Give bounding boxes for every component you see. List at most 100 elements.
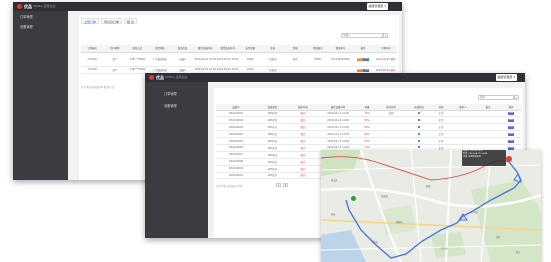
cell: C20190 — [81, 66, 104, 74]
start-marker[interactable] — [351, 196, 356, 201]
view-button[interactable]: 查看 — [507, 126, 514, 130]
sidebar-item-orders[interactable]: 订单管理 — [20, 15, 33, 20]
map-label: 蛇口 — [516, 251, 521, 254]
tab-all-orders[interactable]: 全部订单 — [81, 18, 100, 24]
view-button[interactable]: 查看 — [507, 133, 514, 137]
cell: DS2019010 — [216, 172, 256, 180]
tab-rental[interactable]: 租 赁 — [124, 18, 137, 24]
cell: 绑定 — [289, 110, 317, 118]
sidebar-item-devices[interactable]: 设备管理 — [164, 104, 177, 109]
cell: 2019-04-11 14:08 — [317, 137, 359, 145]
table-row: DS2019002 GPS定位 绑定 2019-04-11 14:08 80% 正常 查看 — [216, 116, 521, 125]
edit-button[interactable]: 编辑 — [356, 58, 363, 61]
map-info-popup: 设备号: DS2019001 时间: 2019-04-11 14:08 位置: … — [462, 150, 506, 166]
cell: 2019-04-01 10:00 — [193, 66, 217, 74]
sidebar: 订单管理 设备管理 — [13, 11, 68, 180]
top-bar: 优品 UMIKA 运营后台 超级管理员 ▾ — [13, 2, 402, 11]
search-icon: ⌕ — [515, 96, 518, 100]
table-row: DS2019005 GPS定位 绑定 2019-04-11 14:08 55% 正常 查看 — [216, 137, 521, 145]
map-label: 前海 — [331, 213, 336, 216]
online-status-cell — [407, 116, 431, 125]
cell: 2019-05-01 10:00 — [216, 66, 239, 74]
logo-text: 优品 — [156, 75, 164, 80]
delete-link[interactable]: 删除 — [391, 69, 396, 72]
online-status-cell — [407, 110, 431, 118]
cell — [451, 137, 475, 145]
view-button[interactable]: 查看 — [507, 112, 514, 116]
map-label: 白石洲 — [441, 247, 448, 250]
cell: 60% — [359, 130, 375, 139]
map-label: 华侨城 — [371, 241, 378, 244]
user-menu-button[interactable]: 超级管理员 ▾ — [495, 74, 517, 81]
online-dot-icon — [418, 132, 420, 135]
cell: 绑定 — [289, 116, 317, 125]
view-button[interactable]: 查看 — [507, 140, 514, 143]
page-1-button[interactable]: 1 — [276, 183, 281, 187]
page-2-button[interactable]: 2 — [283, 183, 288, 187]
sidebar-item-devices[interactable]: 设备管理 — [20, 25, 33, 30]
column-header: 用户昵称 — [103, 45, 127, 53]
cell: 138****0000 — [126, 52, 149, 67]
online-status-cell — [407, 137, 431, 145]
delete-link[interactable]: 删除 — [391, 58, 396, 61]
sidebar-item-orders[interactable]: 订单管理 — [164, 92, 177, 97]
cell — [375, 116, 407, 125]
table-row: DS2019001 GPS定位 绑定 2019-04-11 14:08 75% 深圳 正常 查… — [216, 110, 521, 118]
cell: 绑定 — [289, 165, 317, 173]
table-row: C20190 胡** 138****0000 广东省深圳市 设备A 2019-0… — [81, 52, 397, 67]
cell: 2019-05-01 10:00 — [216, 52, 239, 67]
column-header: 租赁结束时间 — [216, 45, 239, 53]
cell: 绑定 — [289, 137, 317, 145]
order-time: 2019-04-01 — [375, 58, 390, 61]
cell: DS2019004 — [216, 130, 256, 139]
cell — [451, 123, 475, 132]
map-label: 大学城 — [471, 211, 478, 214]
cell: C20190 — [81, 52, 104, 67]
top-bar: 优品 UMIKA 运营后台 超级管理员 ▾ — [145, 73, 525, 82]
cell — [329, 66, 352, 74]
tab-pending-orders[interactable]: 待付款订单 — [101, 18, 123, 24]
cell — [475, 123, 501, 132]
cell: 广东省深圳市 — [148, 66, 172, 74]
edit-button[interactable]: 编辑 — [356, 68, 363, 72]
cell: 绑定 — [289, 172, 317, 180]
online-dot-icon — [418, 111, 420, 114]
search-button[interactable]: ⌕ — [514, 95, 519, 100]
cell: GPS定位 — [256, 116, 289, 125]
view-button[interactable]: 查看 — [507, 119, 514, 123]
cell: 80% — [359, 116, 375, 125]
online-dot-icon — [418, 125, 420, 128]
cell: 绑定 — [289, 158, 317, 166]
action-cell: 编辑 发货 — [351, 66, 375, 74]
action-cell: 查看 — [501, 123, 521, 132]
cell: 2019-04-11 14:08 — [317, 130, 359, 139]
search-button[interactable]: ⌕ — [383, 33, 388, 38]
tracking-map[interactable]: 南山区 科技园 西丽 大学城 桃源村 龙井 白石洲 华侨城 前海 蛇口 — [321, 150, 541, 262]
cell: 2019-04-11 14:08 — [317, 116, 359, 125]
column-header: 物流单号 — [329, 45, 352, 53]
search-input[interactable]: 搜索 — [478, 95, 514, 100]
user-menu-button[interactable]: 超级管理员 ▾ — [366, 3, 388, 10]
cell: GPS定位 — [256, 130, 289, 139]
cell: 待发货 — [261, 66, 285, 74]
search-input[interactable]: 请输入 — [341, 33, 383, 38]
column-header: 状态 — [261, 45, 285, 53]
action-cell: 查看 — [501, 116, 521, 125]
cell: 待发货 — [261, 52, 285, 67]
tagline: UMIKA 运营后台 — [33, 4, 56, 8]
online-status-cell — [407, 130, 431, 139]
cell: 75% — [359, 110, 375, 118]
cell — [475, 116, 501, 125]
cell: 绑定 — [289, 151, 317, 159]
cell: 设备A — [171, 52, 194, 67]
end-marker[interactable] — [506, 156, 512, 162]
ship-button[interactable]: 发货 — [363, 68, 370, 72]
map-label: 南山区 — [331, 179, 338, 182]
cell: 90% — [359, 123, 375, 132]
map-label: 西丽 — [426, 185, 431, 188]
cell — [475, 137, 501, 145]
cell: SF1234567890 — [329, 52, 352, 67]
cell: 正常 — [431, 137, 451, 145]
cell: 绑定 — [289, 130, 317, 139]
ship-button[interactable]: 发货 — [363, 58, 370, 61]
